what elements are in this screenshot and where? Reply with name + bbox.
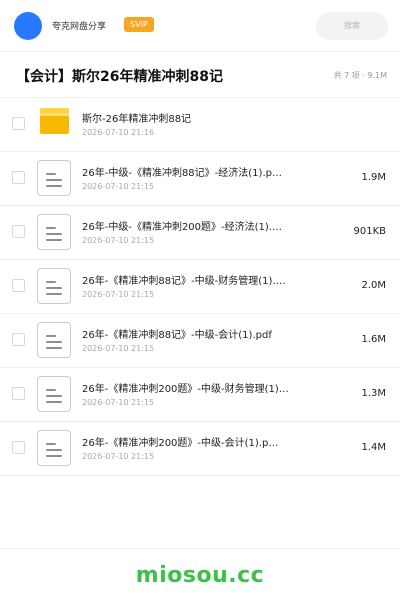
list-item[interactable]: 26年-《精准冲刺88记》-中级-会计(1).pdf 2026-07-10 21…	[0, 314, 400, 368]
document-icon	[37, 376, 71, 412]
list-item-folder[interactable]: 斯尔-26年精准冲刺88记 2026-07-10 21:16	[0, 98, 400, 152]
file-date: 2026-07-10 21:15	[82, 344, 155, 353]
top-bar: 夸克网盘分享 SVIP 搜索	[0, 0, 400, 52]
page-title: 【会计】斯尔26年精准冲刺88记	[16, 69, 223, 85]
select-checkbox[interactable]	[12, 117, 25, 130]
file-name[interactable]: 26年-中级-《精准冲刺200题》-经济法(1).…	[82, 218, 304, 233]
select-checkbox[interactable]	[12, 333, 25, 346]
select-checkbox[interactable]	[12, 225, 25, 238]
svip-badge[interactable]: SVIP	[124, 17, 154, 32]
file-date: 2026-07-10 21:16	[82, 128, 155, 137]
app-title: 夸克网盘分享	[52, 22, 107, 32]
file-list: 斯尔-26年精准冲刺88记 2026-07-10 21:16 26年-中级-《精…	[0, 98, 400, 476]
file-date: 2026-07-10 21:15	[82, 452, 155, 461]
file-date: 2026-07-10 21:15	[82, 236, 155, 245]
file-name[interactable]: 26年-《精准冲刺88记》-中级-会计(1).pdf	[82, 326, 304, 341]
file-name[interactable]: 26年-《精准冲刺88记》-中级-财务管理(1).…	[82, 272, 304, 287]
file-size: 1.9M	[361, 172, 386, 183]
document-icon	[37, 214, 71, 250]
watermark-text: miosou.cc	[135, 563, 265, 588]
share-header: 【会计】斯尔26年精准冲刺88记 共 7 项 · 9.1M	[0, 52, 400, 98]
select-checkbox[interactable]	[12, 441, 25, 454]
select-checkbox[interactable]	[12, 171, 25, 184]
list-item[interactable]: 26年-《精准冲刺200题》-中级-财务管理(1)… 2026-07-10 21…	[0, 368, 400, 422]
list-item[interactable]: 26年-《精准冲刺88记》-中级-财务管理(1).… 2026-07-10 21…	[0, 260, 400, 314]
select-checkbox[interactable]	[12, 387, 25, 400]
file-size: 1.6M	[361, 334, 386, 345]
file-name[interactable]: 26年-《精准冲刺200题》-中级-财务管理(1)…	[82, 380, 304, 395]
folder-icon	[40, 108, 69, 134]
search-input[interactable]: 搜索	[316, 12, 388, 40]
list-item[interactable]: 26年-中级-《精准冲刺200题》-经济法(1).… 2026-07-10 21…	[0, 206, 400, 260]
file-size: 1.4M	[361, 442, 386, 453]
file-size: 2.0M	[361, 280, 386, 291]
document-icon	[37, 160, 71, 196]
app-logo-icon[interactable]	[14, 12, 42, 40]
footer: miosou.cc	[0, 548, 400, 600]
file-date: 2026-07-10 21:15	[82, 290, 155, 299]
document-icon	[37, 322, 71, 358]
file-date: 2026-07-10 21:15	[82, 398, 155, 407]
file-date: 2026-07-10 21:15	[82, 182, 155, 191]
document-icon	[37, 430, 71, 466]
document-icon	[37, 268, 71, 304]
list-item[interactable]: 26年-中级-《精准冲刺88记》-经济法(1).p… 2026-07-10 21…	[0, 152, 400, 206]
file-name[interactable]: 26年-《精准冲刺200题》-中级-会计(1).p…	[82, 434, 304, 449]
file-name[interactable]: 26年-中级-《精准冲刺88记》-经济法(1).p…	[82, 164, 304, 179]
file-name[interactable]: 斯尔-26年精准冲刺88记	[82, 110, 304, 125]
item-count-summary: 共 7 项 · 9.1M	[333, 71, 387, 80]
select-checkbox[interactable]	[12, 279, 25, 292]
list-item[interactable]: 26年-《精准冲刺200题》-中级-会计(1).p… 2026-07-10 21…	[0, 422, 400, 476]
file-size: 1.3M	[361, 388, 386, 399]
file-size: 901KB	[353, 226, 386, 237]
